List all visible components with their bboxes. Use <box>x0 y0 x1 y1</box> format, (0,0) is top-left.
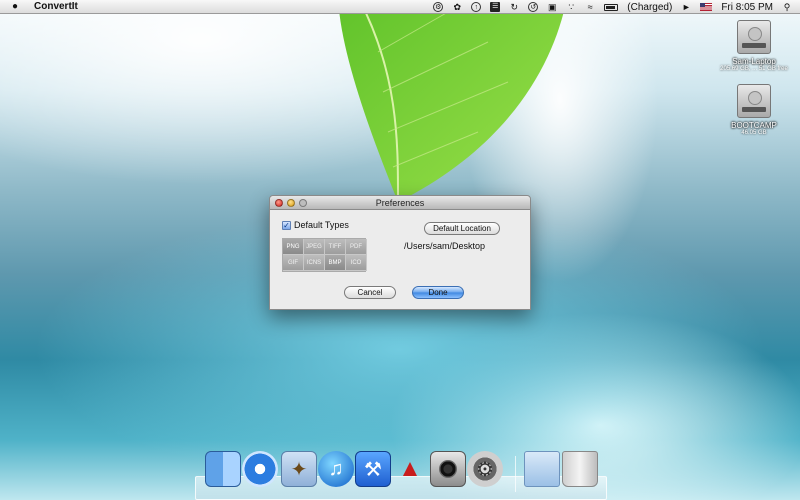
apple-menu-icon[interactable]: ● <box>4 1 26 12</box>
preferences-dialog: Preferences ✓ Default Types PNG JPEG TIF… <box>269 195 531 310</box>
wifi-icon[interactable]: ≈ <box>585 2 595 12</box>
system-preferences-icon[interactable]: ⚙ <box>467 451 503 487</box>
dialog-titlebar[interactable]: Preferences <box>270 196 530 210</box>
default-types-label: Default Types <box>294 220 349 230</box>
type-png[interactable]: PNG <box>283 239 304 255</box>
us-flag-icon[interactable] <box>700 3 713 11</box>
itunes-icon[interactable]: ♫ <box>318 451 354 487</box>
type-jpeg[interactable]: JPEG <box>304 239 325 255</box>
spotlight-icon[interactable]: ⚲ <box>782 2 792 12</box>
battery-status-label[interactable]: (Charged) <box>627 2 672 13</box>
type-bmp[interactable]: BMP <box>325 255 346 271</box>
photo-booth-icon[interactable] <box>430 451 466 487</box>
dock-separator <box>515 456 516 492</box>
battery-icon[interactable] <box>604 3 619 11</box>
xcode-icon[interactable]: ⚒ <box>355 451 391 487</box>
close-icon[interactable] <box>275 199 283 207</box>
minimize-icon[interactable] <box>287 199 295 207</box>
default-types-checkbox-row[interactable]: ✓ Default Types <box>282 220 349 230</box>
cancel-button[interactable]: Cancel <box>344 286 396 299</box>
refresh-icon[interactable]: ↻ <box>509 2 519 12</box>
trash-icon[interactable] <box>562 451 598 487</box>
sync-icon[interactable]: ↑ <box>471 2 482 12</box>
mail-icon[interactable]: ✦ <box>281 451 317 487</box>
done-button[interactable]: Done <box>412 286 464 299</box>
document-icon[interactable]: ☰ <box>490 2 501 12</box>
type-icns[interactable]: ICNS <box>304 255 325 271</box>
time-machine-icon[interactable]: ↺ <box>528 2 539 12</box>
volume-icon[interactable]: ► <box>681 2 691 12</box>
bluetooth-icon[interactable]: ∵ <box>566 2 576 12</box>
drive-name: Sam-Laptop <box>732 57 776 66</box>
gear-status-icon[interactable]: ⚙ <box>433 2 444 12</box>
location-path: /Users/sam/Desktop <box>404 241 486 251</box>
menu-clock[interactable]: Fri 8:05 PM <box>721 2 773 13</box>
app-menu-title[interactable]: ConvertIt <box>34 1 78 12</box>
default-types-checkbox[interactable]: ✓ <box>282 220 291 230</box>
display-icon[interactable]: ▣ <box>547 2 557 12</box>
drive-size: 205.69 GB, ... 51 GB free <box>720 66 788 72</box>
drive-name: BOOTCAMP <box>731 121 777 130</box>
downloads-folder-icon[interactable] <box>524 451 560 487</box>
dialog-title: Preferences <box>375 198 425 208</box>
paw-icon[interactable]: ✿ <box>452 2 462 12</box>
type-gif[interactable]: GIF <box>283 255 304 271</box>
type-tiff[interactable]: TIFF <box>325 239 346 255</box>
desktop-drive-sam-laptop[interactable]: Sam-Laptop 205.69 GB, ... 51 GB free <box>719 20 789 72</box>
hard-drive-icon <box>737 84 771 118</box>
menu-bar: ● ConvertIt ⚙ ✿ ↑ ☰ ↻ ↺ ▣ ∵ ≈ (Charged) … <box>0 0 800 14</box>
drive-size: 46.05 GB <box>741 130 767 136</box>
default-location-button[interactable]: Default Location <box>424 222 500 235</box>
type-ico[interactable]: ICO <box>346 255 367 271</box>
type-pdf[interactable]: PDF <box>346 239 367 255</box>
status-area: ⚙ ✿ ↑ ☰ ↻ ↺ ▣ ∵ ≈ (Charged) ► Fri 8:05 P… <box>433 0 792 14</box>
file-type-grid: PNG JPEG TIFF PDF GIF ICNS BMP ICO <box>282 238 367 272</box>
camera-lens-icon <box>439 460 457 478</box>
zoom-icon <box>299 199 307 207</box>
leaf-wallpaper-graphic <box>338 0 567 202</box>
hard-drive-icon <box>737 20 771 54</box>
desktop-drive-bootcamp[interactable]: BOOTCAMP 46.05 GB <box>719 84 789 136</box>
stamp-app-icon[interactable]: ▲ <box>392 451 428 487</box>
safari-icon[interactable] <box>242 451 278 487</box>
finder-icon[interactable] <box>205 451 241 487</box>
